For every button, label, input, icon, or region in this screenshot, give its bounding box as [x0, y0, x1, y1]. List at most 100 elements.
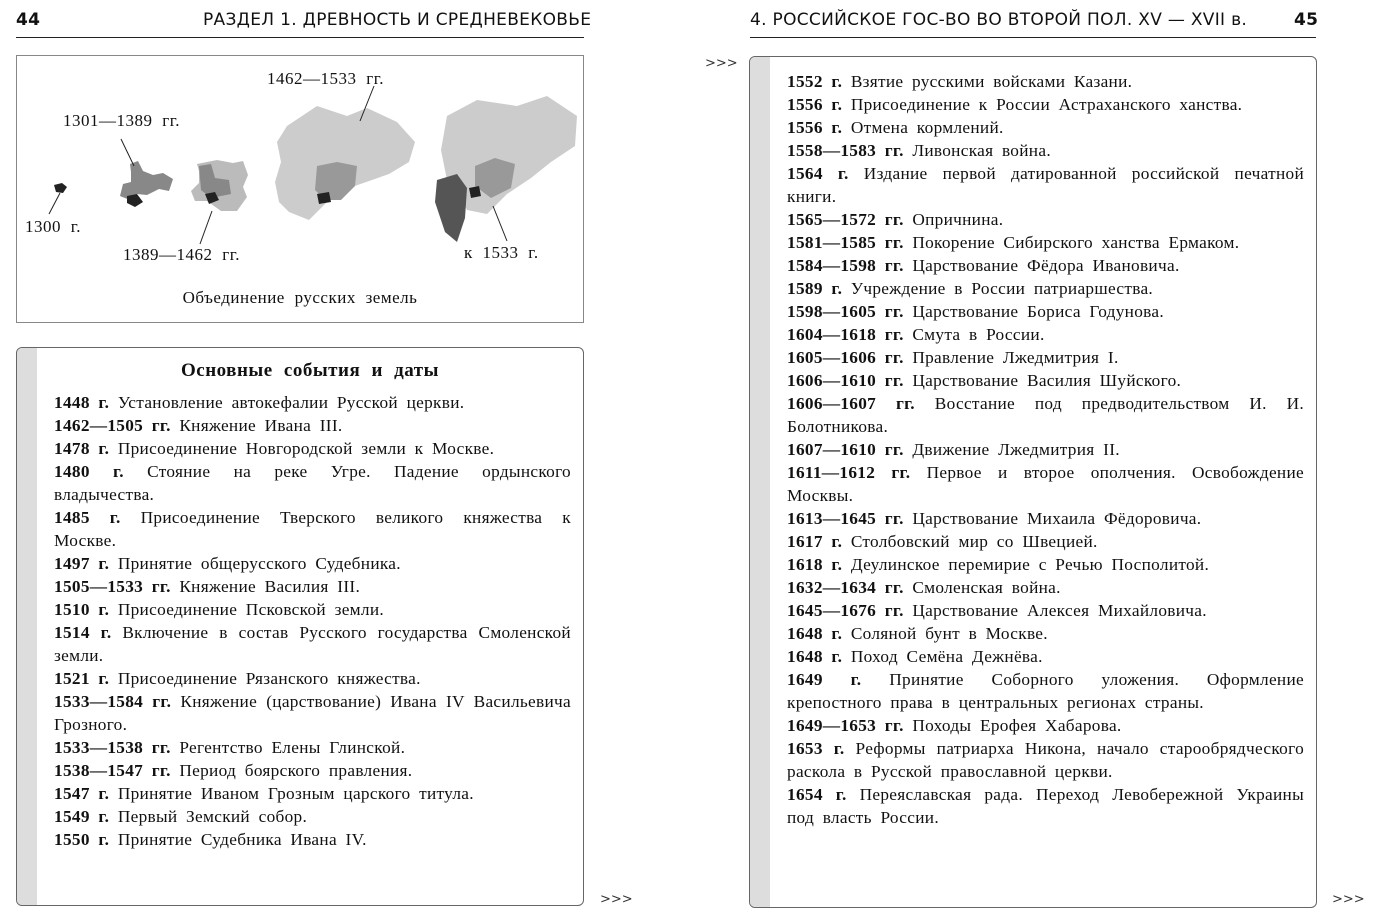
events-box-left: Основные события и даты 1448 г. Установл…: [16, 347, 584, 906]
event-entry: 1547 г. Принятие Иваном Грозным царского…: [54, 782, 571, 805]
event-date: 1584—1598 гг.: [787, 256, 904, 275]
event-date: 1558—1583 гг.: [787, 141, 904, 160]
map-label-by-1533: к 1533 г.: [464, 243, 539, 262]
event-entry: 1448 г. Установление автокефалии Русской…: [54, 391, 571, 414]
event-date: 1510 г.: [54, 600, 110, 619]
event-date: 1605—1606 гг.: [787, 348, 904, 367]
event-entry: 1618 г. Деулинское перемирие с Речью Пос…: [787, 553, 1304, 576]
event-text: Установление автокефалии Русской церкви.: [117, 393, 465, 412]
event-entry: 1645—1676 гг. Царствование Алексея Михай…: [787, 599, 1304, 622]
event-date: 1648 г.: [787, 624, 843, 643]
event-entry: 1606—1607 гг. Восстание под предводитель…: [787, 392, 1304, 438]
event-date: 1448 г.: [54, 393, 110, 412]
event-text: Принятие Соборного уложения. Оформление …: [787, 670, 1304, 712]
event-date: 1617 г.: [787, 532, 843, 551]
event-date: 1478 г.: [54, 439, 110, 458]
continue-mark-right: >>>: [1332, 892, 1365, 907]
event-date: 1533—1584 гг.: [54, 692, 172, 711]
page-number-right: 45: [1294, 10, 1319, 30]
event-entry: 1606—1610 гг. Царствование Василия Шуйск…: [787, 369, 1304, 392]
event-text: Период боярского правления.: [179, 761, 413, 780]
event-text: Правление Лжедмитрия I.: [912, 348, 1119, 367]
event-date: 1556 г.: [787, 118, 843, 137]
event-date: 1549 г.: [54, 807, 110, 826]
map-1300: [48, 183, 67, 215]
event-text: Смоленская война.: [912, 578, 1061, 597]
event-date: 1550 г.: [54, 830, 110, 849]
events-box-title: Основные события и даты: [181, 360, 439, 381]
event-date: 1606—1610 гг.: [787, 371, 904, 390]
event-text: Принятие общерусского Судебника.: [117, 554, 401, 573]
event-text: Царствование Алексея Михайловича.: [912, 601, 1207, 620]
event-date: 1564 г.: [787, 164, 849, 183]
event-entry: 1533—1584 гг. Княжение (царствование) Ив…: [54, 690, 571, 736]
event-entry: 1605—1606 гг. Правление Лжедмитрия I.: [787, 346, 1304, 369]
event-text: Регентство Елены Глинской.: [179, 738, 406, 757]
event-entry: 1510 г. Присоединение Псковской земли.: [54, 598, 571, 621]
map-figure: 1300 г. 1301—1389 гг. 1389—1462 гг. 1462…: [16, 55, 584, 323]
event-date: 1618 г.: [787, 555, 843, 574]
event-date: 1654 г.: [787, 785, 847, 804]
event-text: Соляной бунт в Москве.: [850, 624, 1048, 643]
event-text: Присоединение Рязанского княжества.: [117, 669, 421, 688]
event-date: 1648 г.: [787, 647, 843, 666]
map-1462-1533: [275, 85, 415, 220]
event-text: Переяславская рада. Переход Левобережной…: [787, 785, 1305, 827]
event-entry: 1485 г. Присоединение Тверского великого…: [54, 506, 571, 552]
event-date: 1480 г.: [54, 462, 124, 481]
event-text: Присоединение Тверского великого княжест…: [54, 508, 571, 550]
event-date: 1514 г.: [54, 623, 112, 642]
event-date: 1565—1572 гг.: [787, 210, 904, 229]
map-label-1300: 1300 г.: [25, 217, 82, 236]
event-text: Принятие Иваном Грозным царского титула.: [117, 784, 474, 803]
event-text: Стояние на реке Угре. Падение ордынского…: [54, 462, 571, 504]
event-entry: 1604—1618 гг. Смута в России.: [787, 323, 1304, 346]
event-date: 1533—1538 гг.: [54, 738, 171, 757]
event-text: Присоединение Новгородской земли к Москв…: [117, 439, 495, 458]
event-entry: 1565—1572 гг. Опричнина.: [787, 208, 1304, 231]
event-date: 1521 г.: [54, 669, 110, 688]
map-illustration: [48, 85, 577, 245]
event-date: 1538—1547 гг.: [54, 761, 171, 780]
event-text: Столбовский мир со Швецией.: [850, 532, 1098, 551]
map-label-1389-1462: 1389—1462 гг.: [123, 245, 241, 264]
event-text: Ливонская война.: [912, 141, 1051, 160]
event-text: Покорение Сибирского ханства Ермаком.: [912, 233, 1240, 252]
event-entry: 1549 г. Первый Земский собор.: [54, 805, 571, 828]
events-box-right: 1552 г. Взятие русскими войсками Казани.…: [749, 56, 1317, 908]
event-date: 1485 г.: [54, 508, 121, 527]
event-date: 1556 г.: [787, 95, 843, 114]
event-entry: 1478 г. Присоединение Новгородской земли…: [54, 437, 571, 460]
event-text: Реформы патриарха Никона, начало старооб…: [787, 739, 1305, 781]
event-date: 1649 г.: [787, 670, 862, 689]
event-entry: 1480 г. Стояние на реке Угре. Падение ор…: [54, 460, 571, 506]
event-entry: 1497 г. Принятие общерусского Судебника.: [54, 552, 571, 575]
event-text: Княжение Ивана III.: [179, 416, 343, 435]
event-entry: 1653 г. Реформы патриарха Никона, начало…: [787, 737, 1304, 783]
event-entry: 1552 г. Взятие русскими войсками Казани.: [787, 70, 1304, 93]
event-entry: 1462—1505 гг. Княжение Ивана III.: [54, 414, 571, 437]
event-text: Походы Ерофея Хабарова.: [912, 716, 1122, 735]
event-entry: 1613—1645 гг. Царствование Михаила Фёдор…: [787, 507, 1304, 530]
event-entry: 1611—1612 гг. Первое и второе ополчения.…: [787, 461, 1304, 507]
event-text: Принятие Судебника Ивана IV.: [117, 830, 367, 849]
event-text: Учреждение в России патриаршества.: [850, 279, 1154, 298]
event-entry: 1556 г. Присоединение к России Астраханс…: [787, 93, 1304, 116]
event-date: 1645—1676 гг.: [787, 601, 904, 620]
event-date: 1547 г.: [54, 784, 110, 803]
event-date: 1552 г.: [787, 72, 843, 91]
box-side-bar: [17, 348, 37, 905]
event-entry: 1584—1598 гг. Царствование Фёдора Иванов…: [787, 254, 1304, 277]
continue-mark-left: >>>: [600, 892, 633, 907]
event-date: 1581—1585 гг.: [787, 233, 904, 252]
event-text: Смута в России.: [912, 325, 1045, 344]
event-entry: 1648 г. Соляной бунт в Москве.: [787, 622, 1304, 645]
event-text: Взятие русскими войсками Казани.: [850, 72, 1133, 91]
map-label-1301-1389: 1301—1389 гг.: [63, 111, 181, 130]
event-entry: 1558—1583 гг. Ливонская война.: [787, 139, 1304, 162]
event-date: 1606—1607 гг.: [787, 394, 915, 413]
running-head-right: 4. РОССИЙСКОЕ ГОС-ВО ВО ВТОРОЙ ПОЛ. XV —…: [750, 10, 1248, 30]
event-date: 1604—1618 гг.: [787, 325, 904, 344]
event-entry: 1632—1634 гг. Смоленская война.: [787, 576, 1304, 599]
event-entry: 1505—1533 гг. Княжение Василия III.: [54, 575, 571, 598]
